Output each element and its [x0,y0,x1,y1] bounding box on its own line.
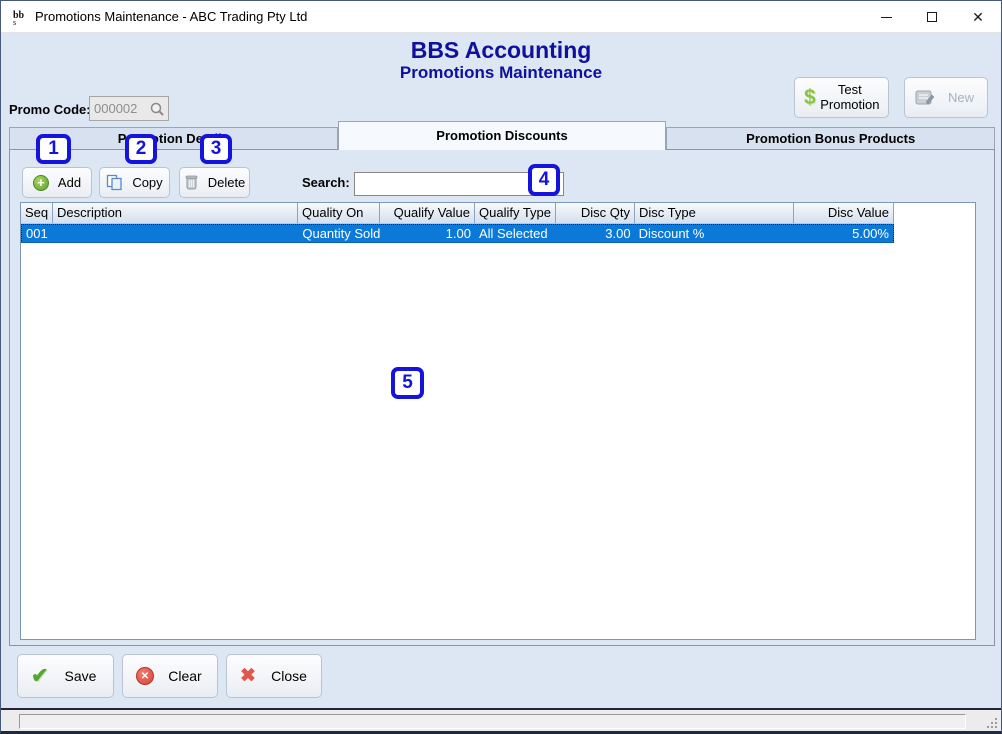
save-check-icon: ✔ [31,664,49,689]
clear-icon: ✕ [136,667,154,685]
resize-grip-icon[interactable] [987,718,997,728]
add-button-label: Add [58,175,81,190]
cell-description [54,225,298,242]
callout-3: 3 [200,134,232,164]
new-button[interactable]: New [904,77,988,118]
column-header-seq[interactable]: Seq [21,203,53,223]
promo-code-label: Promo Code: [9,102,91,117]
callout-2: 2 [125,134,157,164]
app-icon: bb s [10,8,30,26]
status-bar [1,708,1001,731]
close-x-icon: ✖ [240,665,256,688]
new-form-icon [915,90,935,106]
cell-quality-on: Quantity Sold [298,225,380,242]
close-button-label: Close [257,655,321,697]
add-plus-icon: + [33,175,49,191]
close-button[interactable]: ✖ Close [226,654,322,698]
column-header-disc-type[interactable]: Disc Type [635,203,794,223]
callout-4: 4 [528,164,560,196]
cell-disc-value: 5.00% [793,225,893,242]
copy-button-label: Copy [132,175,162,190]
callout-1: 1 [36,134,71,164]
close-window-button[interactable]: ✕ [955,1,1001,33]
add-button[interactable]: + Add [22,167,92,198]
cell-disc-qty: 3.00 [556,225,635,242]
clear-button-label: Clear [153,655,217,697]
cell-qualify-value: 1.00 [380,225,475,242]
delete-bin-icon [184,174,199,191]
column-header-quality-on[interactable]: Quality On [298,203,380,223]
clear-button[interactable]: ✕ Clear [122,654,218,698]
lookup-icon[interactable] [149,101,165,117]
minimize-button[interactable] [863,1,909,33]
discounts-table: Seq Description Quality On Qualify Value… [20,202,976,640]
test-promotion-button[interactable]: $ Test Promotion [794,77,889,118]
tab-promotion-discounts[interactable]: Promotion Discounts [338,121,667,150]
svg-text:s: s [13,18,16,26]
column-header-qualify-value[interactable]: Qualify Value [380,203,475,223]
promo-code-input[interactable] [94,98,144,119]
table-row-selected[interactable]: 001 Quantity Sold 1.00 All Selected 3.00… [21,224,894,243]
cell-disc-type: Discount % [635,225,794,242]
delete-button-label: Delete [208,175,246,190]
save-button-label: Save [48,655,113,697]
column-header-disc-value[interactable]: Disc Value [794,203,894,223]
save-button[interactable]: ✔ Save [17,654,114,698]
column-header-qualify-type[interactable]: Qualify Type [475,203,556,223]
status-message-panel [19,714,966,729]
column-header-description[interactable]: Description [53,203,298,223]
dollar-icon: $ [804,86,816,110]
table-header: Seq Description Quality On Qualify Value… [21,203,894,224]
page-title: BBS Accounting [1,37,1001,64]
maximize-button[interactable] [909,1,955,33]
promotion-discounts-panel: + Add Copy Delete Search: Se [9,149,995,646]
tab-promotion-bonus-products[interactable]: Promotion Bonus Products [666,127,995,150]
close-window-icon: ✕ [972,9,984,26]
cell-seq: 001 [22,225,54,242]
titlebar: bb s Promotions Maintenance - ABC Tradin… [1,1,1001,33]
new-button-label: New [935,90,987,105]
delete-button[interactable]: Delete [179,167,250,198]
window-title: Promotions Maintenance - ABC Trading Pty… [35,1,307,32]
promo-code-field[interactable] [89,96,169,121]
cell-qualify-type: All Selected [475,225,556,242]
app-window: bb s Promotions Maintenance - ABC Tradin… [0,0,1002,734]
minimize-icon [881,17,892,18]
callout-5: 5 [391,367,424,399]
maximize-icon [927,12,937,22]
test-promotion-label: Test Promotion [816,83,888,113]
search-label: Search: [302,175,350,190]
copy-icon [106,174,123,191]
column-header-disc-qty[interactable]: Disc Qty [556,203,635,223]
copy-button[interactable]: Copy [99,167,170,198]
